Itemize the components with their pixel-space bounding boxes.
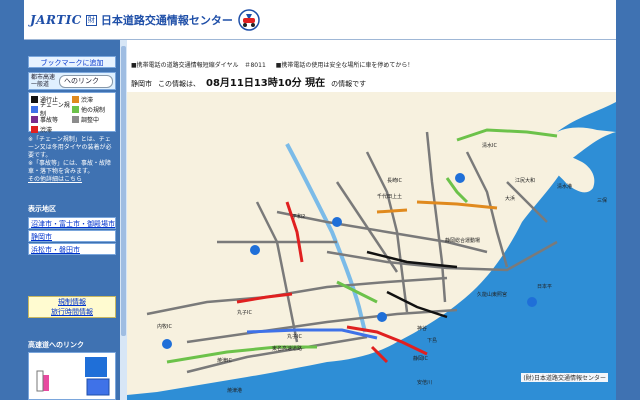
label-shimizu-port: 清水港	[557, 183, 572, 190]
jartic-logo[interactable]: JARTIC 財 日本道路交通情報センター	[30, 8, 261, 32]
legend-item: チェーン規制	[31, 102, 72, 118]
legend-item: 他の規制	[72, 104, 113, 114]
label-abegawa: 安倍川	[417, 379, 432, 386]
legend-notes: ※「チェーン規制」とは、チェーン又は冬用タイヤの装着が必要です。 ※「事故等」に…	[28, 136, 116, 184]
sidebar-scrollbar[interactable]	[120, 40, 127, 400]
info-timestamp: 08月11日13時10分 現在	[206, 78, 326, 89]
legend-swatch	[31, 105, 38, 113]
legend-swatch	[31, 95, 38, 103]
label-nagasaki-ic: 長崎IC	[387, 177, 402, 184]
highway-thumbnail-graphic	[36, 357, 110, 396]
note-details-link[interactable]: その他詳細はこちら	[28, 176, 116, 184]
label-sports-park: 静岡総合運動場	[445, 237, 480, 244]
legend-swatch	[72, 115, 79, 123]
legend-swatch	[72, 95, 79, 103]
site-header: JARTIC 財 日本道路交通情報センター	[24, 0, 616, 40]
mascot-icon	[238, 9, 260, 31]
label-maruko-ic-2: 丸子IC	[287, 333, 302, 340]
label-hiraoka: 平和2	[292, 213, 305, 220]
city-name: 静岡市	[131, 80, 152, 88]
highway-link-select[interactable]: へのリンク	[59, 74, 113, 88]
legend-item: 事故等	[31, 114, 72, 124]
legend-label: 他の規制	[81, 106, 106, 114]
label-nihondaira: 日本平	[537, 283, 552, 290]
region-title: 表示地区	[28, 205, 56, 213]
info-prefix: この情報は、	[158, 80, 200, 88]
notice-dial: ■携帯電話の道路交通情報短縮ダイヤル ＃8011	[131, 61, 266, 69]
label-shimizu-ic: 清水IC	[482, 142, 497, 149]
label-uchimaki-ic: 内牧IC	[157, 323, 172, 330]
legend-item: 渋滞	[31, 124, 72, 134]
info-line: 静岡市 この情報は、 08月11日13時10分 現在 の情報です	[131, 74, 616, 89]
logo-organization-name: 日本道路交通情報センター	[100, 14, 233, 27]
bookmark-link[interactable]: ブックマークに追加	[28, 56, 116, 68]
legend-label: 調整中	[81, 116, 100, 124]
regulation-info-link[interactable]: 規制情報	[29, 297, 115, 307]
label-yaizu-port: 焼津港	[227, 387, 242, 394]
logo-jartic-text: JARTIC	[30, 13, 82, 27]
scrollbar-thumb[interactable]	[121, 46, 126, 336]
legend-swatch	[72, 105, 79, 113]
label-yaizu-ic: 焼津IC	[217, 357, 232, 364]
sidebar: ブックマークに追加 都市高速一般道 へのリンク 通行止 渋滞 チェーン規制 他の…	[24, 40, 120, 400]
label-shimoshima: 下島	[427, 337, 437, 344]
info-links: 規制情報 旅行時間情報	[28, 296, 116, 318]
notice-safety: ■携帯電話の使用は安全な場所に車を停めてから！	[275, 61, 414, 69]
legend-swatch	[31, 125, 38, 133]
traffic-legend: 通行止 渋滞 チェーン規制 他の規制 事故等 調整中 渋滞	[28, 92, 116, 134]
highway-link-box: 都市高速一般道 へのリンク	[28, 72, 116, 90]
legend-label: 渋滞	[40, 126, 53, 134]
label-kunouzan: 久能山東照宮	[477, 291, 507, 298]
highway-link-label: 都市高速一般道	[31, 74, 56, 88]
region-link-hamamatsu[interactable]: 浜松市・磐田市	[28, 243, 116, 255]
note-chain: ※「チェーン規制」とは、チェーン又は冬用タイヤの装着が必要です。	[28, 136, 112, 159]
travel-time-link[interactable]: 旅行時間情報	[29, 307, 115, 317]
highway-links-title: 高速道へのリンク	[28, 341, 84, 349]
logo-foundation-mark: 財	[85, 14, 97, 26]
region-list: 沼津市・富士市・御殿場市 静岡市 浜松市・磐田市	[28, 217, 116, 256]
legend-item: 渋滞	[72, 94, 113, 104]
legend-item: 調整中	[72, 114, 113, 124]
label-kamiya: 神谷	[417, 325, 427, 332]
legend-label: 事故等	[40, 116, 59, 124]
label-ejiri: 江尻大和	[515, 177, 535, 184]
label-maruko-ic: 丸子IC	[237, 309, 252, 316]
legend-label: 渋滞	[81, 96, 94, 104]
label-chiyoshi: 千代田上土	[377, 193, 402, 200]
map-copyright: (財)日本道路交通情報センター	[521, 373, 608, 382]
main-panel: ■携帯電話の道路交通情報短縮ダイヤル ＃8011 ■携帯電話の使用は安全な場所に…	[127, 40, 616, 400]
highway-thumbnail[interactable]	[28, 352, 116, 400]
info-suffix: の情報です	[331, 80, 367, 88]
legend-swatch	[31, 115, 38, 123]
traffic-map[interactable]: 清水IC 長崎IC 千代田上土 江尻大和 大浜 清水港 三保 平和2 静岡総合運…	[127, 92, 616, 400]
region-link-numazu[interactable]: 沼津市・富士市・御殿場市	[28, 217, 116, 229]
right-frame	[616, 0, 640, 400]
region-link-shizuoka[interactable]: 静岡市	[28, 230, 116, 242]
note-accident: ※「事故等」には、事故・故障車・落下物を含みます。	[28, 160, 112, 175]
label-ohama: 大浜	[505, 195, 515, 202]
label-tomei: 東名高速道路	[272, 345, 302, 352]
notice-bar: ■携帯電話の道路交通情報短縮ダイヤル ＃8011 ■携帯電話の使用は安全な場所に…	[131, 58, 616, 70]
label-miho: 三保	[597, 197, 607, 204]
label-shizuoka-ic: 静岡IC	[413, 355, 428, 362]
